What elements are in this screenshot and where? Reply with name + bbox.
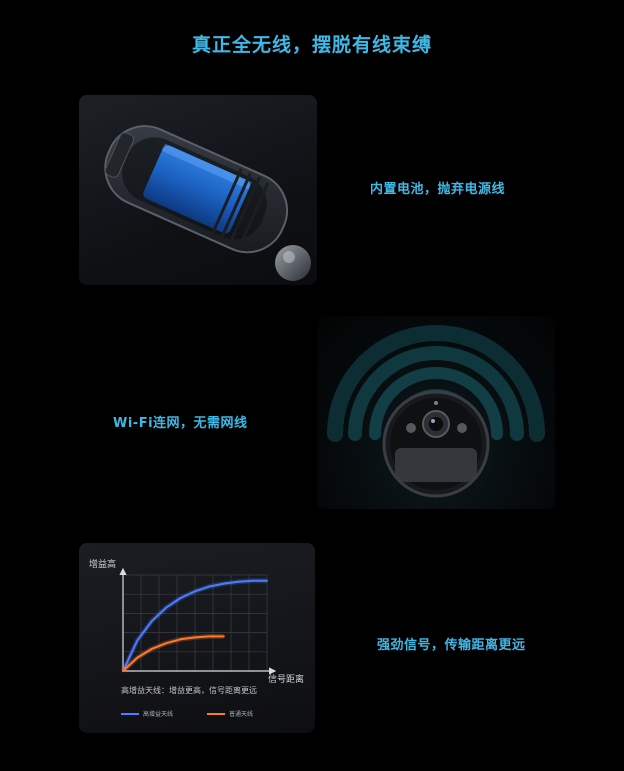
legend-item-ordinary: 普通天线: [207, 709, 253, 718]
wifi-camera-image: [317, 316, 555, 509]
chart-x-label: 信号距离: [268, 675, 305, 685]
antenna-gain-chart: 增益高 信号距离 高增益天线：增益更高，信号距离更远 高增益天线 普通天线: [79, 543, 315, 733]
feature-caption-signal: 强劲信号，传输距离更远: [377, 638, 526, 653]
battery-camera-image: [79, 95, 317, 285]
legend-item-high-gain: 高增益天线: [121, 709, 173, 718]
page-title: 真正全无线，摆脱有线束缚: [191, 34, 432, 56]
feature-caption-wifi: Wi-Fi连网，无需网线: [113, 416, 248, 431]
chart-plot-area: [119, 567, 277, 675]
feature-caption-battery: 内置电池，抛弃电源线: [370, 182, 506, 197]
legend-label-ordinary: 普通天线: [229, 711, 254, 718]
legend-label-high-gain: 高增益天线: [143, 711, 174, 718]
legend-swatch-high-gain: [121, 712, 139, 715]
chart-y-label: 增益高: [89, 560, 117, 570]
chart-annotation: 高增益天线：增益更高，信号距离更远: [121, 686, 257, 695]
legend-swatch-ordinary: [207, 712, 225, 715]
